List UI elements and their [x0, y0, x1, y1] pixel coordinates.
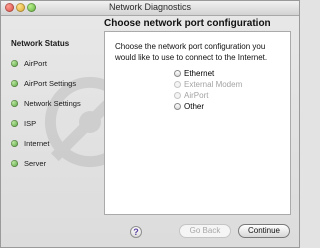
status-item-network-settings: Network Settings	[11, 97, 81, 109]
status-item-airport-settings: AirPort Settings	[11, 77, 76, 89]
radio-button-icon	[174, 102, 181, 110]
status-item-isp: ISP	[11, 117, 36, 129]
status-ok-icon	[11, 59, 18, 67]
radio-label: Other	[184, 101, 205, 111]
radio-external-modem: External Modem	[174, 79, 242, 89]
radio-button-icon	[174, 69, 181, 77]
radio-button-icon	[174, 80, 181, 88]
status-item-label: Server	[24, 158, 47, 168]
status-item-label: ISP	[24, 118, 37, 128]
status-item-internet: Internet	[11, 137, 49, 149]
window-title: Network Diagnostics	[108, 2, 192, 12]
status-ok-icon	[11, 139, 18, 147]
continue-button[interactable]: Continue	[238, 224, 290, 238]
network-status-heading: Network Status	[11, 39, 70, 48]
instructions-text: Choose the network port configuration yo…	[115, 42, 268, 62]
status-ok-icon	[11, 79, 18, 87]
help-button[interactable]: ?	[130, 226, 142, 238]
status-item-label: Internet	[24, 138, 50, 148]
status-item-label: Network Settings	[24, 98, 81, 108]
radio-label: External Modem	[184, 79, 243, 89]
status-ok-icon	[11, 119, 18, 127]
status-item-label: AirPort	[24, 58, 47, 68]
go-back-button: Go Back	[179, 224, 231, 238]
radio-ethernet[interactable]: Ethernet	[174, 68, 214, 78]
status-ok-icon	[11, 99, 18, 107]
status-item-airport: AirPort	[11, 57, 47, 69]
radio-button-icon	[174, 91, 181, 99]
status-item-label: AirPort Settings	[24, 78, 77, 88]
radio-other[interactable]: Other	[174, 101, 204, 111]
network-diagnostics-window: Network Diagnostics Network Status AirPo…	[0, 0, 300, 248]
status-item-server: Server	[11, 157, 46, 169]
status-ok-icon	[11, 159, 18, 167]
page-title: Choose network port configuration	[104, 18, 271, 29]
radio-label: AirPort	[184, 90, 209, 100]
title-bar: Network Diagnostics	[1, 1, 299, 16]
radio-label: Ethernet	[184, 68, 215, 78]
radio-airport: AirPort	[174, 90, 208, 100]
